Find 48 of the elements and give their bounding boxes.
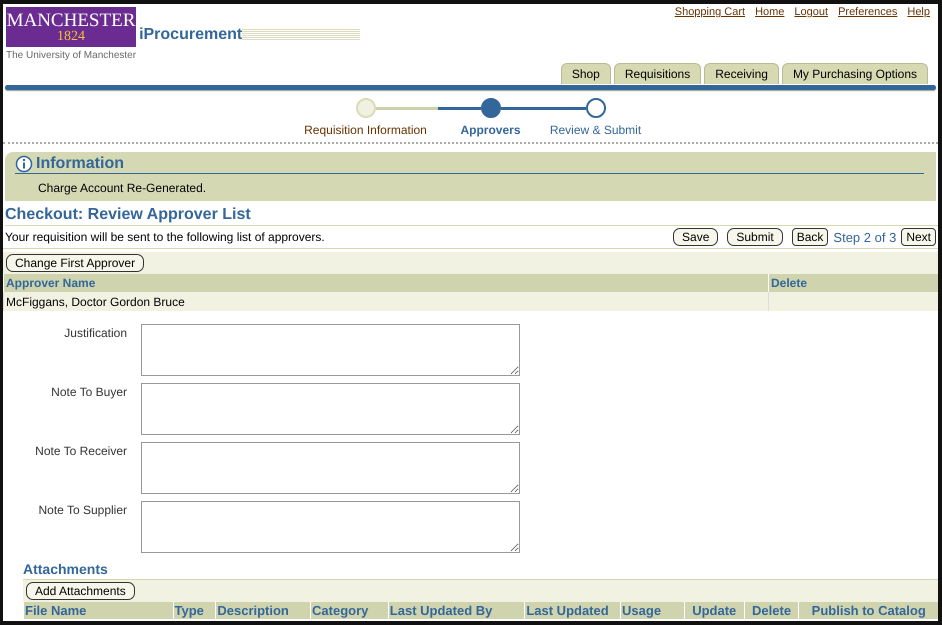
section-title: Attachments (23, 561, 108, 577)
submit-button[interactable]: Submit (727, 228, 783, 246)
column-header: Delete (768, 274, 938, 292)
column-header: Category (310, 602, 388, 619)
back-button[interactable]: Back (792, 228, 828, 246)
university-logo: MANCHESTER 1824 (6, 7, 136, 47)
field-label: Justification (63, 325, 127, 342)
step-label: Review & Submit (550, 123, 642, 137)
global-link[interactable]: Logout (794, 6, 828, 18)
step-counter: Step 2 of 3 (833, 230, 896, 244)
message-text: Charge Account Re-Generated. (37, 180, 208, 195)
message-title: Information (36, 155, 124, 173)
step-label[interactable]: Requisition Information (304, 123, 427, 137)
field-label: Note To Supplier (38, 502, 127, 519)
column-header: Last Updated By (388, 602, 524, 619)
column-header: Approver Name (4, 274, 768, 292)
global-link[interactable]: Home (755, 6, 784, 18)
next-button[interactable]: Next (901, 228, 936, 246)
tab[interactable]: Shop (560, 63, 611, 84)
column-header: Delete (744, 602, 798, 619)
column-header: Type (172, 602, 216, 619)
page-title: Checkout: Review Approver List (5, 206, 938, 226)
step-label: Approvers (460, 123, 521, 137)
text-area[interactable] (141, 442, 520, 494)
table-cell: McFiggans, Doctor Gordon Bruce (4, 292, 768, 311)
field-label: Note To Buyer (50, 384, 127, 401)
global-link[interactable]: Shopping Cart (674, 6, 746, 18)
column-header: File Name (23, 602, 172, 619)
tab[interactable]: My Purchasing Options (782, 63, 928, 84)
text-area[interactable] (141, 324, 520, 376)
field-label: Note To Receiver (34, 443, 127, 460)
text-area[interactable] (141, 383, 520, 435)
column-header: Usage (620, 602, 684, 619)
tab[interactable]: Requisitions (614, 63, 702, 84)
save-button[interactable]: Save (673, 228, 718, 246)
column-header: Last Updated (524, 602, 620, 619)
change-approver-button[interactable]: Change First Approver (6, 254, 144, 272)
column-header: Publish to Catalog (798, 602, 938, 619)
add-attachments-button[interactable]: Add Attachments (26, 582, 135, 600)
tab[interactable]: Receiving (704, 63, 779, 84)
university-name: The University of Manchester (6, 50, 136, 61)
global-link[interactable]: Help (907, 6, 930, 18)
text-area[interactable] (141, 501, 520, 553)
global-link[interactable]: Preferences (838, 6, 898, 18)
instruction-text: Your requisition will be sent to the following list of approvers. (5, 230, 325, 244)
column-header: Description (215, 602, 310, 619)
app-title: iProcurement (139, 26, 242, 44)
column-header: Update (684, 602, 744, 619)
